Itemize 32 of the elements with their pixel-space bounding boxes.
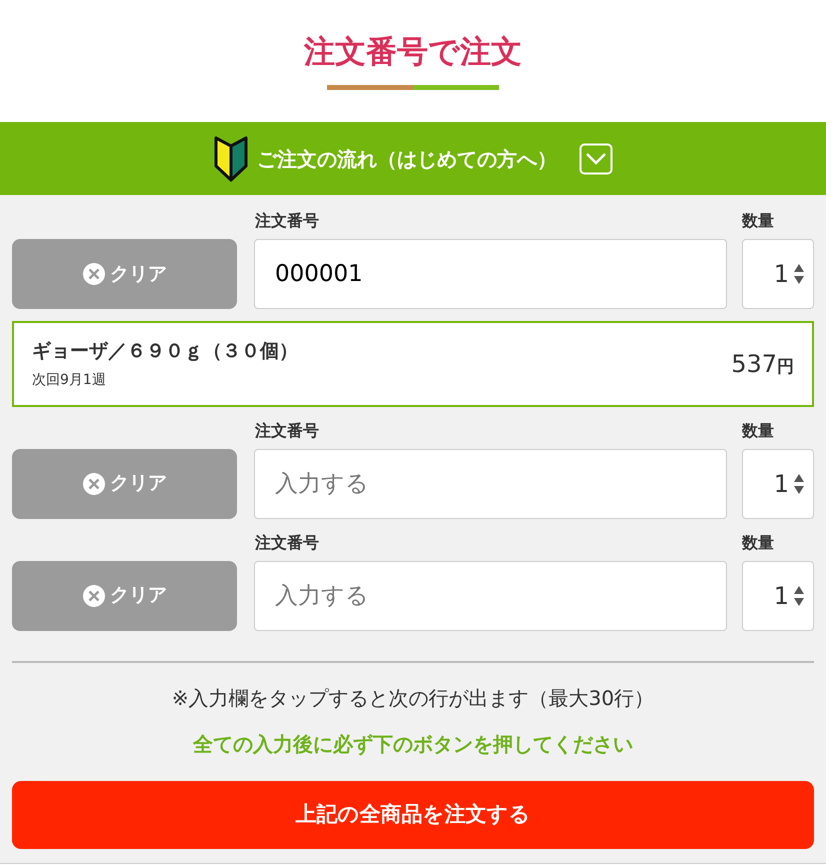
warning-text: 全ての入力後に必ず下のボタンを押してください: [192, 730, 634, 758]
currency-text: 円: [777, 356, 794, 379]
clear-button[interactable]: クリア: [12, 239, 237, 310]
field-label: 数量: [742, 532, 775, 554]
field-label: 注文番号: [255, 210, 320, 232]
spinner-icon[interactable]: [793, 584, 805, 608]
page-title: 注文番号で注文: [303, 34, 523, 72]
quantity-field[interactable]: 1: [742, 448, 814, 519]
delivery-text: 次回9月1週: [32, 370, 107, 390]
spinner-icon[interactable]: [793, 262, 805, 286]
field-label: 注文番号: [255, 532, 320, 554]
chevron-down-icon: [579, 142, 613, 175]
field-label: 数量: [742, 420, 775, 442]
order-guide-toggle[interactable]: ご注文の流れ（はじめての方へ）: [0, 122, 826, 196]
spinner-icon[interactable]: [793, 472, 805, 496]
price-text: 537: [731, 348, 777, 380]
submit-button[interactable]: 上記の全商品を注文する: [12, 780, 814, 849]
order-number-field[interactable]: 000001: [254, 239, 727, 310]
order-number-field[interactable]: 入力する: [254, 560, 727, 631]
note-text: ※入力欄をタップすると次の行が出ます（最大30行）: [170, 684, 656, 712]
clear-button[interactable]: クリア: [12, 448, 237, 519]
quantity-field[interactable]: 1: [742, 239, 814, 310]
field-label: 数量: [742, 210, 775, 232]
order-number-field[interactable]: 入力する: [254, 448, 727, 519]
close-circle-icon: [82, 584, 106, 608]
field-label: 注文番号: [255, 420, 320, 442]
quantity-field[interactable]: 1: [742, 560, 814, 631]
clear-button[interactable]: クリア: [12, 560, 237, 631]
close-circle-icon: [82, 472, 106, 496]
beginner-mark-icon: [213, 136, 249, 182]
close-circle-icon: [82, 262, 106, 286]
product-name: ギョーザ／６９０ｇ（３０個）: [32, 339, 298, 364]
